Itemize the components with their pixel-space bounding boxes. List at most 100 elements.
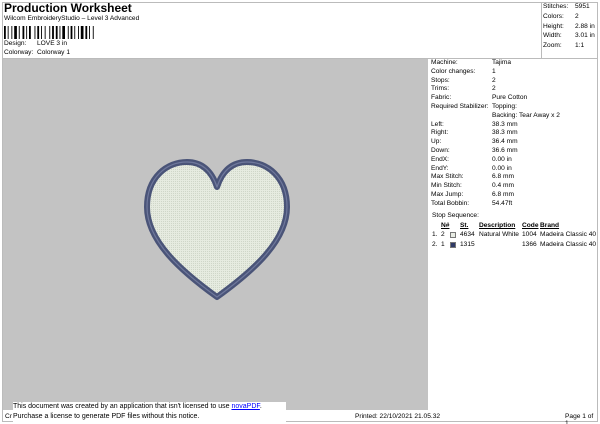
property-row: Down: 36.6 mm [431,147,598,156]
property-value: 0.00 in [492,164,512,172]
col-number [431,221,441,230]
header: Production Worksheet Wilcom EmbroiderySt… [4,2,139,23]
page-number: Page 1 of 1 [565,413,594,424]
property-label: Max Stitch: [431,173,464,181]
stat-row: Width: 3.01 in [543,31,598,41]
property-label: EndY: [431,164,449,172]
row-code: 1366 [522,240,537,248]
property-row: Max Stitch: 6.8 mm [431,173,598,182]
property-row: Total Bobbin: 54.47ft [431,200,598,209]
property-value: 1 [492,67,496,75]
property-row: EndX: 0.00 in [431,156,598,165]
property-label: Required Stabilizer: [431,102,489,110]
col-stitches: St. [460,222,469,229]
property-row: Machine: Tajima [431,59,598,68]
properties-panel: Machine: Tajima Color changes: 1 Stops: 2 Trim… [431,59,598,209]
property-value: Topping: [492,102,517,110]
divider [541,2,542,58]
property-row: Max Jump: 6.8 mm [431,191,598,200]
property-label: Down: [431,146,450,154]
property-label: EndX: [431,155,449,163]
stat-value: 2.88 in [575,22,595,30]
row-description [479,240,522,249]
row-swatch-cell [450,240,460,249]
property-value: 2 [492,76,496,84]
property-value: 0.00 in [492,155,512,163]
design-row: Design: LOVE 3 in [4,40,67,48]
software-subtitle: Wilcom EmbroideryStudio – Level 3 Advanc… [4,15,140,22]
novapdf-link[interactable]: novaPDF [231,403,259,410]
stat-row: Height: 2.88 in [543,22,598,32]
design-preview [3,59,428,410]
property-label: Max Jump: [431,190,464,198]
stat-value: 2 [575,12,579,20]
stop-sequence-title: Stop Sequence: [432,212,479,219]
stat-value: 3.01 in [575,32,595,40]
row-swatch-cell [450,230,460,239]
property-row: Backing: Tear Away x 2 [431,112,598,121]
stats-panel: Stitches: 5951 Colors: 2 Height: 2.88 in Wi… [543,2,598,51]
property-value: Tajima [492,59,512,66]
row-brand: Madeira Classic 40 [540,231,597,239]
table-row: 1. 2 4634 Natural White 1004 Madeira Cla… [431,230,598,239]
property-label: Fabric: [431,94,452,102]
stat-label: Zoom: [543,42,562,50]
col-needle: N# [441,222,450,229]
property-row: Fabric: Pure Cotton [431,94,598,103]
row-code: 1004 [522,231,537,239]
row-stitches: 4634 [460,231,475,239]
property-value: 54.47ft [492,199,513,207]
property-label [431,112,492,121]
property-row: Trims: 2 [431,85,598,94]
stat-value: 1:1 [575,42,585,50]
property-row: Required Stabilizer: Topping: [431,103,598,112]
design-label: Design: [4,40,27,47]
property-value: 38.3 mm [492,129,518,137]
colorway-value: Colorway 1 [37,49,70,56]
col-code: Code [522,222,539,229]
col-brand: Brand [540,222,560,229]
property-label: Machine: [431,59,458,66]
stat-label: Width: [543,32,562,40]
printed-timestamp: Printed: 22/10/2021 21.05.32 [355,413,441,420]
color-swatch [450,241,456,248]
property-value: 38.3 mm [492,120,518,128]
col-description: Description [479,222,516,229]
property-row: Color changes: 1 [431,68,598,77]
colorway-label: Colorway: [4,49,34,56]
property-value: 0.4 mm [492,182,514,190]
property-row: Up: 36.4 mm [431,138,598,147]
design-value: LOVE 3 in [37,40,68,47]
row-description: Natural White [479,231,519,239]
stop-sequence-table: N# St. Description Code Brand 1. 2 4634 … [431,221,598,249]
notice-period: . [259,403,262,410]
row-stitches: 1315 [460,240,475,248]
property-label: Up: [431,138,442,146]
row-needle: 1 [441,240,445,248]
property-row: Right: 38.3 mm [431,129,598,138]
property-label: Total Bobbin: [431,199,470,207]
table-header: N# St. Description Code Brand [431,221,598,230]
barcode-image [4,26,94,39]
property-value: Backing: Tear Away x 2 [492,111,560,119]
page-title: Production Worksheet [4,1,132,15]
design-canvas [144,159,290,300]
stat-label: Height: [543,22,564,30]
property-label: Stops: [431,76,450,84]
row-number: 1. [432,231,438,239]
property-label: Trims: [431,85,450,93]
property-row: Stops: 2 [431,77,598,86]
stat-row: Colors: 2 [543,12,598,22]
property-value: 6.8 mm [492,173,514,181]
property-row: Min Stitch: 0.4 mm [431,182,598,191]
notice-line-1: This document was created by an applicat… [13,402,286,412]
property-value: 36.4 mm [492,138,518,146]
property-row: Left: 38.3 mm [431,121,598,130]
stat-row: Stitches: 5951 [543,2,598,12]
row-brand: Madeira Classic 40 [540,240,597,248]
notice-line-2: Purchase a license to generate PDF files… [13,412,200,420]
property-value: 2 [492,85,496,93]
property-label: Left: [431,120,444,128]
row-needle: 2 [441,231,445,239]
col-swatch [450,221,460,230]
